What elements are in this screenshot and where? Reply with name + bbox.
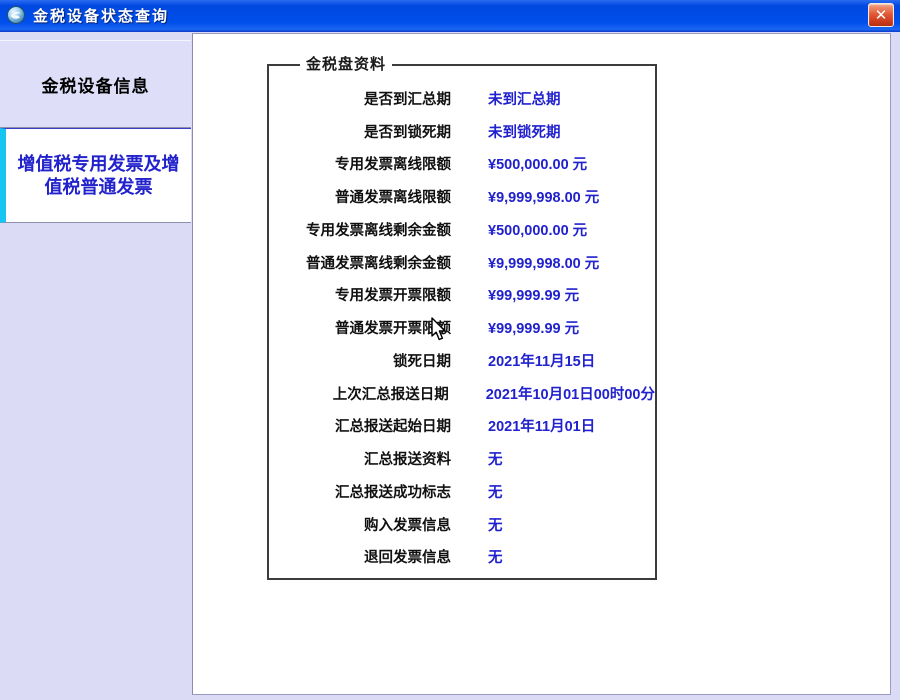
sidebar: 金税设备信息 增值税专用发票及增值税普通发票 (0, 32, 191, 700)
field-label: 汇总报送起始日期 (269, 415, 451, 436)
field-label: 退回发票信息 (269, 546, 451, 567)
info-row: 汇总报送资料 无 (269, 442, 655, 475)
info-row: 汇总报送起始日期 2021年11月01日 (269, 410, 655, 443)
field-value: 未到汇总期 (488, 88, 561, 109)
info-row: 专用发票离线剩余金额 ¥500,000.00 元 (269, 213, 655, 246)
field-value: 无 (488, 481, 503, 502)
field-value: ¥500,000.00 元 (488, 153, 587, 174)
info-row: 上次汇总报送日期 2021年10月01日00时00分 (269, 377, 655, 410)
field-value: 无 (488, 514, 503, 535)
field-label: 专用发票离线限额 (269, 153, 451, 174)
field-label: 汇总报送资料 (269, 448, 451, 469)
titlebar[interactable]: 金税设备状态查询 ✕ (0, 0, 900, 32)
field-label: 专用发票开票限额 (269, 284, 451, 305)
field-label: 普通发票离线剩余金额 (269, 252, 451, 273)
info-row: 购入发票信息 无 (269, 508, 655, 541)
app-window: 金税设备状态查询 ✕ 金税设备信息 增值税专用发票及增值税普通发票 金税盘资料 … (0, 0, 900, 700)
field-value: ¥9,999,998.00 元 (488, 186, 599, 207)
field-label: 专用发票离线剩余金额 (269, 219, 451, 240)
field-label: 上次汇总报送日期 (269, 383, 449, 404)
field-value: ¥99,999.99 元 (488, 317, 579, 338)
fieldset-legend: 金税盘资料 (300, 55, 392, 75)
field-value: ¥500,000.00 元 (488, 219, 587, 240)
field-label: 购入发票信息 (269, 514, 451, 535)
info-row: 专用发票开票限额 ¥99,999.99 元 (269, 279, 655, 312)
field-label: 是否到汇总期 (269, 88, 451, 109)
field-value: ¥99,999.99 元 (488, 284, 579, 305)
sidebar-item-vat-invoices[interactable]: 增值税专用发票及增值税普通发票 (0, 128, 191, 223)
info-row: 是否到锁死期 未到锁死期 (269, 115, 655, 148)
window-title: 金税设备状态查询 (33, 5, 868, 26)
app-icon (6, 5, 26, 25)
field-value: 无 (488, 546, 503, 567)
main-panel: 金税盘资料 是否到汇总期 未到汇总期是否到锁死期 未到锁死期专用发票离线限额 ¥500… (192, 33, 891, 695)
field-label: 锁死日期 (269, 350, 451, 371)
sidebar-item-label: 金税设备信息 (42, 72, 150, 97)
field-value: 未到锁死期 (488, 121, 561, 142)
sidebar-item-device-info[interactable]: 金税设备信息 (0, 40, 191, 128)
field-label: 汇总报送成功标志 (269, 481, 451, 502)
field-value: 2021年10月01日00时00分 (486, 383, 655, 404)
field-value: ¥9,999,998.00 元 (488, 252, 599, 273)
tax-disk-data-fieldset: 金税盘资料 是否到汇总期未到汇总期是否到锁死期未到锁死期专用发票离线限额¥500… (267, 64, 657, 580)
field-label: 是否到锁死期 (269, 121, 451, 142)
info-row: 专用发票离线限额 ¥500,000.00 元 (269, 148, 655, 181)
info-row: 汇总报送成功标志 无 (269, 475, 655, 508)
sidebar-item-label: 增值税专用发票及增值税普通发票 (10, 153, 187, 198)
close-button[interactable]: ✕ (868, 3, 894, 27)
field-label: 普通发票离线限额 (269, 186, 451, 207)
info-row: 普通发票离线限额 ¥9,999,998.00 元 (269, 180, 655, 213)
info-row: 普通发票离线剩余金额 ¥9,999,998.00 元 (269, 246, 655, 279)
field-value: 2021年11月01日 (488, 415, 595, 436)
info-rows: 是否到汇总期 未到汇总期是否到锁死期 未到锁死期专用发票离线限额 ¥500,000.0… (269, 66, 655, 573)
info-row: 退回发票信息 无 (269, 541, 655, 574)
info-row: 普通发票开票限额 ¥99,999.99 元 (269, 311, 655, 344)
info-row: 是否到汇总期 未到汇总期 (269, 82, 655, 115)
field-value: 无 (488, 448, 503, 469)
field-label: 普通发票开票限额 (269, 317, 451, 338)
info-row: 锁死日期 2021年11月15日 (269, 344, 655, 377)
field-value: 2021年11月15日 (488, 350, 595, 371)
